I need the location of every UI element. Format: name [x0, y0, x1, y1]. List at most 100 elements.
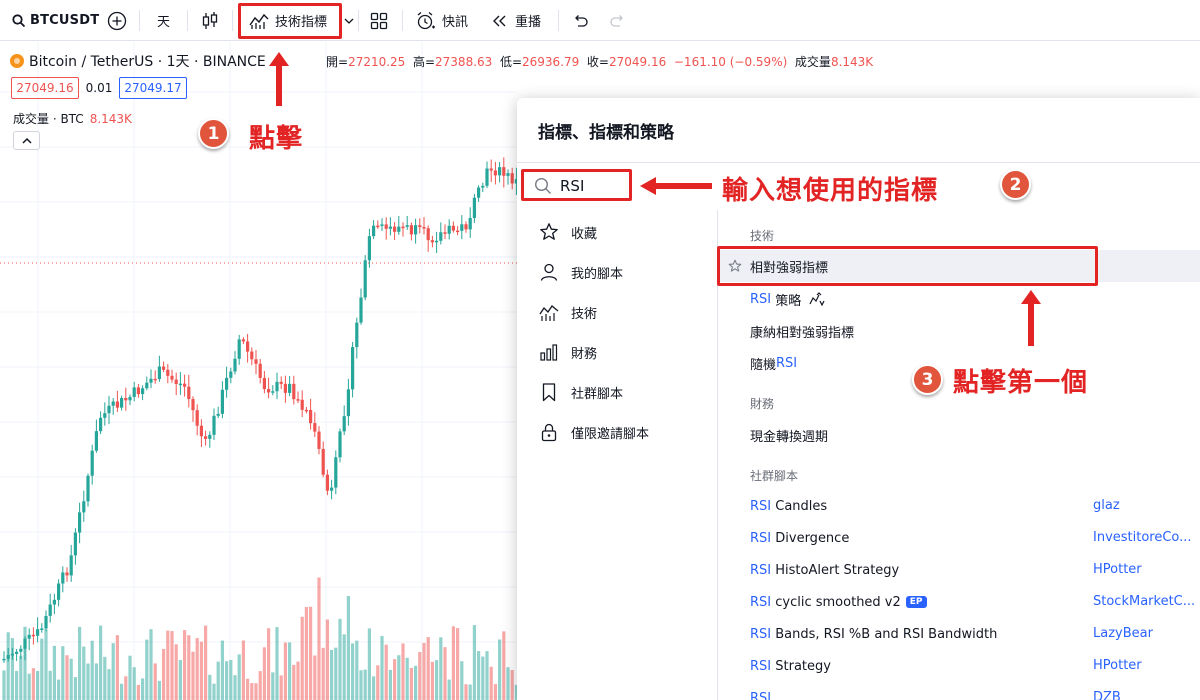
result-label: 策略: [771, 293, 802, 309]
result-rsi-strategy[interactable]: RSI 策略: [718, 283, 1200, 315]
strategy-icon: [809, 292, 825, 306]
community-result[interactable]: RSI: [718, 682, 1200, 700]
volume-bar: [208, 674, 212, 700]
volume-bar: [132, 667, 136, 700]
sidebar-item-favorites[interactable]: 收藏: [539, 217, 597, 247]
symbol-search-button[interactable]: BTCUSDT: [12, 0, 99, 41]
sell-price-button[interactable]: 27049.16: [11, 77, 79, 99]
candle-body: [292, 383, 296, 400]
volume-bar: [510, 670, 514, 700]
volume-bar: [250, 683, 254, 700]
candle-body: [338, 431, 342, 458]
candle-body: [498, 167, 502, 176]
volume-bar: [40, 638, 44, 700]
undo-button[interactable]: [572, 0, 588, 41]
volume-bar: [460, 661, 464, 700]
volume-bar: [82, 646, 86, 700]
section-label-community: 社群腳本: [750, 469, 799, 483]
volume-bar: [435, 660, 439, 700]
result-author[interactable]: InvestitoreCo...: [1093, 530, 1192, 545]
result-cash-conversion-cycle[interactable]: 現金轉換週期: [718, 419, 1200, 451]
sidebar-item-technicals[interactable]: 技術: [539, 297, 597, 327]
sidebar-item-my-scripts[interactable]: 我的腳本: [539, 257, 623, 287]
sidebar-item-invite-only[interactable]: 僅限邀請腳本: [539, 417, 649, 447]
volume-bar: [2, 670, 6, 700]
candle-body: [78, 512, 82, 533]
candle-body: [296, 399, 300, 401]
candle-body: [447, 225, 451, 234]
volume-bar: [19, 655, 23, 700]
volume-bar: [233, 675, 237, 700]
ohlc-values: 開=27210.25 高=27388.63 低=26936.79 收=27049…: [326, 53, 873, 70]
volume-bar: [199, 641, 203, 700]
replay-button[interactable]: 重播: [491, 0, 541, 41]
candle-body: [191, 399, 195, 411]
candle-body: [111, 401, 115, 406]
candle-body: [502, 167, 506, 176]
toolbar-divider: [558, 10, 559, 31]
volume-bar: [178, 660, 182, 700]
result-author[interactable]: StockMarketC...: [1093, 594, 1195, 609]
volume-bar: [258, 671, 262, 700]
compare-symbol-button[interactable]: [107, 0, 127, 41]
candle-body: [183, 383, 187, 387]
indicator-templates-button[interactable]: [344, 0, 354, 41]
candle-body: [485, 168, 489, 186]
candle-body: [254, 359, 258, 364]
candle-body: [418, 225, 422, 228]
collapse-legend-button[interactable]: [13, 131, 40, 150]
volume-bar: [52, 645, 56, 700]
candle-body: [157, 366, 161, 380]
volume-bar: [439, 637, 443, 700]
candle-body: [422, 227, 426, 229]
replay-label: 重播: [515, 15, 542, 30]
sidebar-item-community-scripts[interactable]: 社群腳本: [539, 377, 623, 407]
symbol-label: BTCUSDT: [30, 13, 100, 28]
candle-body: [82, 501, 86, 513]
volume-bar: [44, 629, 48, 700]
volume-bar: [212, 683, 216, 700]
volume-bar: [451, 626, 455, 700]
search-icon: [12, 13, 26, 27]
bitcoin-logo-icon: [10, 54, 24, 68]
volume-bar: [61, 646, 65, 700]
bar-chart-icon: [540, 344, 558, 361]
volume-bar: [456, 628, 460, 700]
candle-body: [149, 378, 153, 383]
community-result[interactable]: RSI Candles: [718, 490, 1200, 522]
buy-price-button[interactable]: 27049.17: [119, 77, 187, 99]
volume-pane-value: 8.143K: [89, 112, 132, 126]
result-label: cyclic smoothed v2: [771, 594, 901, 610]
result-author[interactable]: LazyBear: [1093, 626, 1153, 641]
candle-body: [40, 628, 44, 630]
layout-button[interactable]: [370, 0, 388, 41]
volume-bar: [338, 618, 342, 700]
result-author[interactable]: DZB: [1093, 690, 1121, 700]
interval-button[interactable]: 天: [157, 0, 170, 41]
candle-body: [313, 423, 317, 432]
result-connors-rsi[interactable]: 康納相對強弱指標: [718, 315, 1200, 347]
step1-badge: 1: [198, 118, 229, 149]
result-highlight: RSI: [750, 291, 772, 307]
candle-body: [271, 391, 275, 393]
sidebar-item-financials[interactable]: 財務: [539, 337, 597, 367]
candle-body: [57, 583, 61, 600]
result-author[interactable]: HPotter: [1093, 658, 1142, 673]
candle-body: [506, 173, 510, 176]
candle-body: [246, 341, 250, 352]
candle-body: [199, 425, 203, 437]
candle-body: [426, 228, 430, 241]
result-author[interactable]: HPotter: [1093, 562, 1142, 577]
result-author[interactable]: glaz: [1093, 498, 1120, 513]
chart-type-button[interactable]: [201, 0, 219, 41]
redo-button[interactable]: [610, 0, 626, 41]
candle-body: [225, 377, 229, 390]
first-result-highlight-box: [717, 246, 1098, 286]
candle-body: [451, 225, 455, 231]
volume-bar: [296, 661, 300, 700]
alert-button[interactable]: 快訊: [416, 0, 468, 41]
volume-bar: [426, 637, 430, 700]
chevron-down-icon: [344, 18, 354, 24]
volume-bar: [254, 683, 258, 700]
candle-body: [212, 415, 216, 435]
